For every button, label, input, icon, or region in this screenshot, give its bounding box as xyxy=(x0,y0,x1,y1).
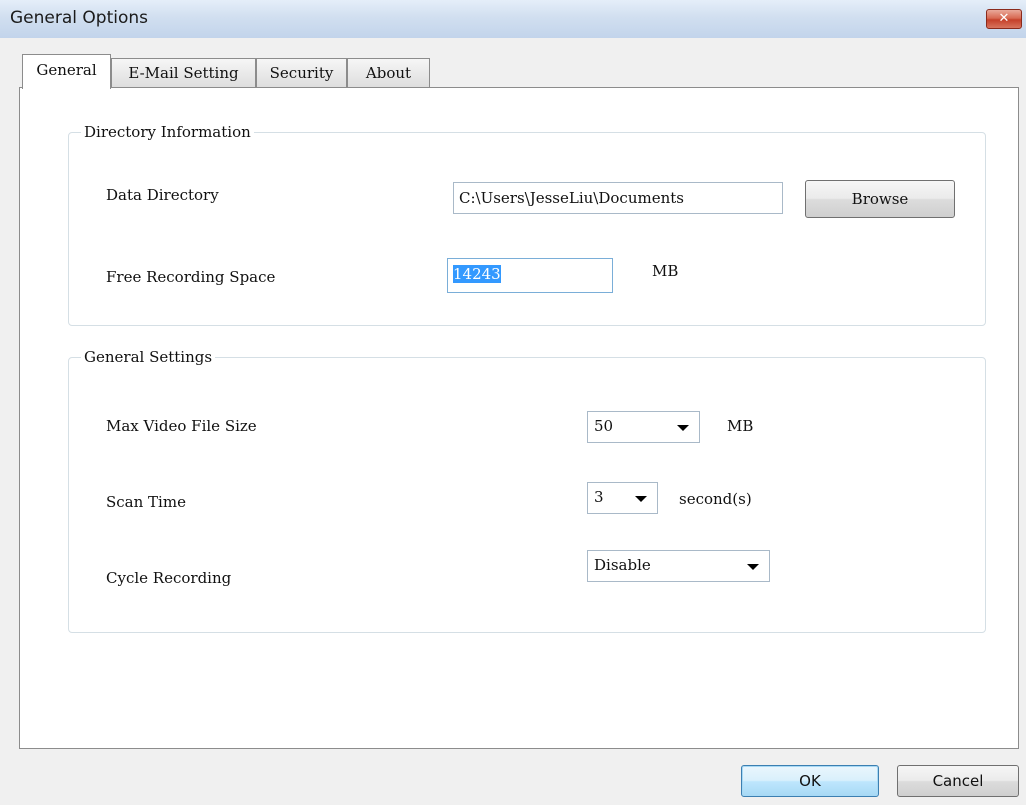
scan-time-label: Scan Time xyxy=(106,493,186,511)
max-video-file-size-unit: MB xyxy=(727,417,754,435)
cancel-button[interactable]: Cancel xyxy=(897,765,1019,797)
chevron-down-icon xyxy=(747,564,759,570)
chevron-down-icon xyxy=(677,425,689,431)
cycle-recording-value: Disable xyxy=(594,556,651,574)
scan-time-select[interactable]: 3 xyxy=(587,482,658,514)
group-title: General Settings xyxy=(81,347,216,367)
max-video-file-size-select[interactable]: 50 xyxy=(587,411,700,443)
ok-button[interactable]: OK xyxy=(741,765,879,797)
cycle-recording-label: Cycle Recording xyxy=(106,569,232,587)
general-settings-group: General Settings Max Video File Size 50 … xyxy=(68,347,986,633)
tab-general[interactable]: General xyxy=(22,54,111,89)
free-space-value: 14243 xyxy=(453,265,501,283)
close-button[interactable]: ✕ xyxy=(986,9,1022,29)
tab-email-setting[interactable]: E-Mail Setting xyxy=(111,58,256,88)
title-bar[interactable]: General Options ✕ xyxy=(0,0,1026,38)
chevron-down-icon xyxy=(635,496,647,502)
general-tab-panel: Directory Information Data Directory C:\… xyxy=(19,87,1019,749)
free-recording-space-field[interactable]: 14243 xyxy=(447,258,613,293)
max-video-file-size-label: Max Video File Size xyxy=(106,417,257,435)
scan-time-value: 3 xyxy=(594,488,604,506)
cycle-recording-select[interactable]: Disable xyxy=(587,550,770,582)
tab-security[interactable]: Security xyxy=(256,58,347,88)
browse-button[interactable]: Browse xyxy=(805,180,955,218)
scan-time-unit: second(s) xyxy=(679,490,752,508)
data-directory-field[interactable]: C:\Users\JesseLiu\Documents xyxy=(453,182,783,214)
directory-information-group: Directory Information Data Directory C:\… xyxy=(68,122,986,326)
group-title: Directory Information xyxy=(81,122,254,142)
free-recording-space-label: Free Recording Space xyxy=(106,268,276,286)
data-directory-label: Data Directory xyxy=(106,186,219,204)
max-video-file-size-value: 50 xyxy=(594,417,614,435)
tab-about[interactable]: About xyxy=(347,58,430,88)
free-space-unit: MB xyxy=(652,262,679,280)
close-icon: ✕ xyxy=(998,11,1010,26)
window-title: General Options xyxy=(10,8,148,28)
